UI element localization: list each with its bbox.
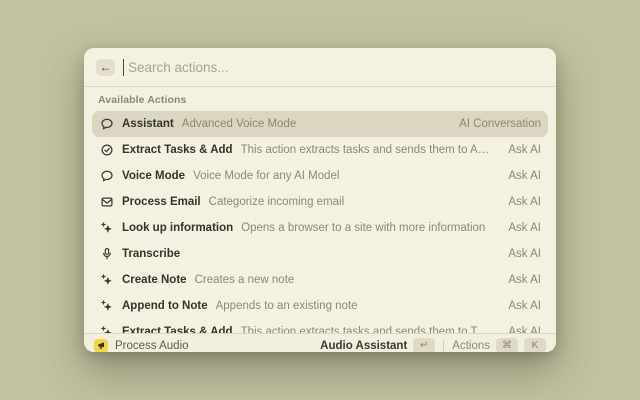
action-subtitle: This action extracts tasks and sends the… bbox=[241, 144, 491, 156]
action-accessory: Ask AI bbox=[498, 248, 541, 260]
primary-action-label[interactable]: Audio Assistant bbox=[320, 340, 407, 352]
chat-bubble-icon bbox=[99, 169, 114, 184]
action-row[interactable]: Append to Note Appends to an existing not… bbox=[92, 293, 548, 319]
action-title: Extract Tasks & Add bbox=[122, 326, 233, 333]
footer-bar: Process Audio Audio Assistant ↵ Actions … bbox=[84, 333, 556, 352]
megaphone-icon bbox=[94, 339, 108, 353]
action-accessory: Ask AI bbox=[498, 300, 541, 312]
action-accessory: Ask AI bbox=[498, 144, 541, 156]
action-subtitle: Voice Mode for any AI Model bbox=[193, 170, 339, 182]
sparkles-icon bbox=[99, 273, 114, 288]
text-cursor bbox=[123, 59, 124, 76]
action-list-panel: Available Actions Assistant Advanced Voic… bbox=[84, 87, 556, 333]
action-accessory: AI Conversation bbox=[449, 118, 541, 130]
action-row[interactable]: Voice Mode Voice Mode for any AI Model Ask… bbox=[92, 163, 548, 189]
check-circle-icon bbox=[99, 143, 114, 158]
chat-bubble-icon bbox=[99, 117, 114, 132]
action-accessory: Ask AI bbox=[498, 170, 541, 182]
sparkles-icon bbox=[99, 299, 114, 314]
footer-app-name: Process Audio bbox=[115, 340, 189, 352]
action-subtitle: Opens a browser to a site with more info… bbox=[241, 222, 485, 234]
cmd-key-badge[interactable]: ⌘ bbox=[496, 338, 518, 352]
return-key-badge[interactable]: ↵ bbox=[413, 338, 435, 352]
envelope-icon bbox=[99, 195, 114, 210]
sparkles-icon bbox=[99, 221, 114, 236]
action-subtitle: Appends to an existing note bbox=[216, 300, 358, 312]
action-accessory: Ask AI bbox=[498, 274, 541, 286]
back-button[interactable]: ← bbox=[96, 59, 115, 76]
action-row[interactable]: Assistant Advanced Voice Mode AI Conversat… bbox=[92, 111, 548, 137]
action-title: Transcribe bbox=[122, 248, 180, 260]
section-header: Available Actions bbox=[98, 94, 542, 106]
action-subtitle: Categorize incoming email bbox=[209, 196, 345, 208]
search-input[interactable] bbox=[128, 60, 544, 75]
action-row[interactable]: Create Note Creates a new note Ask AI bbox=[92, 267, 548, 293]
action-row[interactable]: Extract Tasks & Add This action extracts … bbox=[92, 137, 548, 163]
action-row[interactable]: Transcribe Ask AI bbox=[92, 241, 548, 267]
action-subtitle: This action extracts tasks and sends the… bbox=[241, 326, 491, 333]
action-title: Append to Note bbox=[122, 300, 208, 312]
action-row[interactable]: Look up information Opens a browser to a … bbox=[92, 215, 548, 241]
action-title: Extract Tasks & Add bbox=[122, 144, 233, 156]
action-subtitle: Advanced Voice Mode bbox=[182, 118, 296, 130]
actions-menu-label[interactable]: Actions bbox=[452, 340, 490, 352]
back-arrow-icon: ← bbox=[100, 61, 112, 73]
k-key-badge[interactable]: K bbox=[524, 338, 546, 352]
action-title: Look up information bbox=[122, 222, 233, 234]
action-accessory: Ask AI bbox=[498, 222, 541, 234]
action-list: Assistant Advanced Voice Mode AI Conversat… bbox=[92, 111, 548, 333]
action-title: Create Note bbox=[122, 274, 187, 286]
microphone-icon bbox=[99, 247, 114, 262]
action-title: Process Email bbox=[122, 196, 201, 208]
sparkles-icon bbox=[99, 325, 114, 334]
action-subtitle: Creates a new note bbox=[195, 274, 295, 286]
footer-divider bbox=[443, 340, 444, 351]
action-title: Assistant bbox=[122, 118, 174, 130]
action-row[interactable]: Process Email Categorize incoming email As… bbox=[92, 189, 548, 215]
action-row[interactable]: Extract Tasks & Add This action extracts … bbox=[92, 319, 548, 333]
command-palette-window: ← Available Actions Assistant Advanced Vo… bbox=[84, 48, 556, 352]
action-accessory: Ask AI bbox=[498, 196, 541, 208]
action-title: Voice Mode bbox=[122, 170, 185, 182]
search-bar: ← bbox=[84, 48, 556, 87]
action-accessory: Ask AI bbox=[498, 326, 541, 333]
footer-actions-group: Audio Assistant ↵ Actions ⌘ K bbox=[320, 338, 546, 352]
